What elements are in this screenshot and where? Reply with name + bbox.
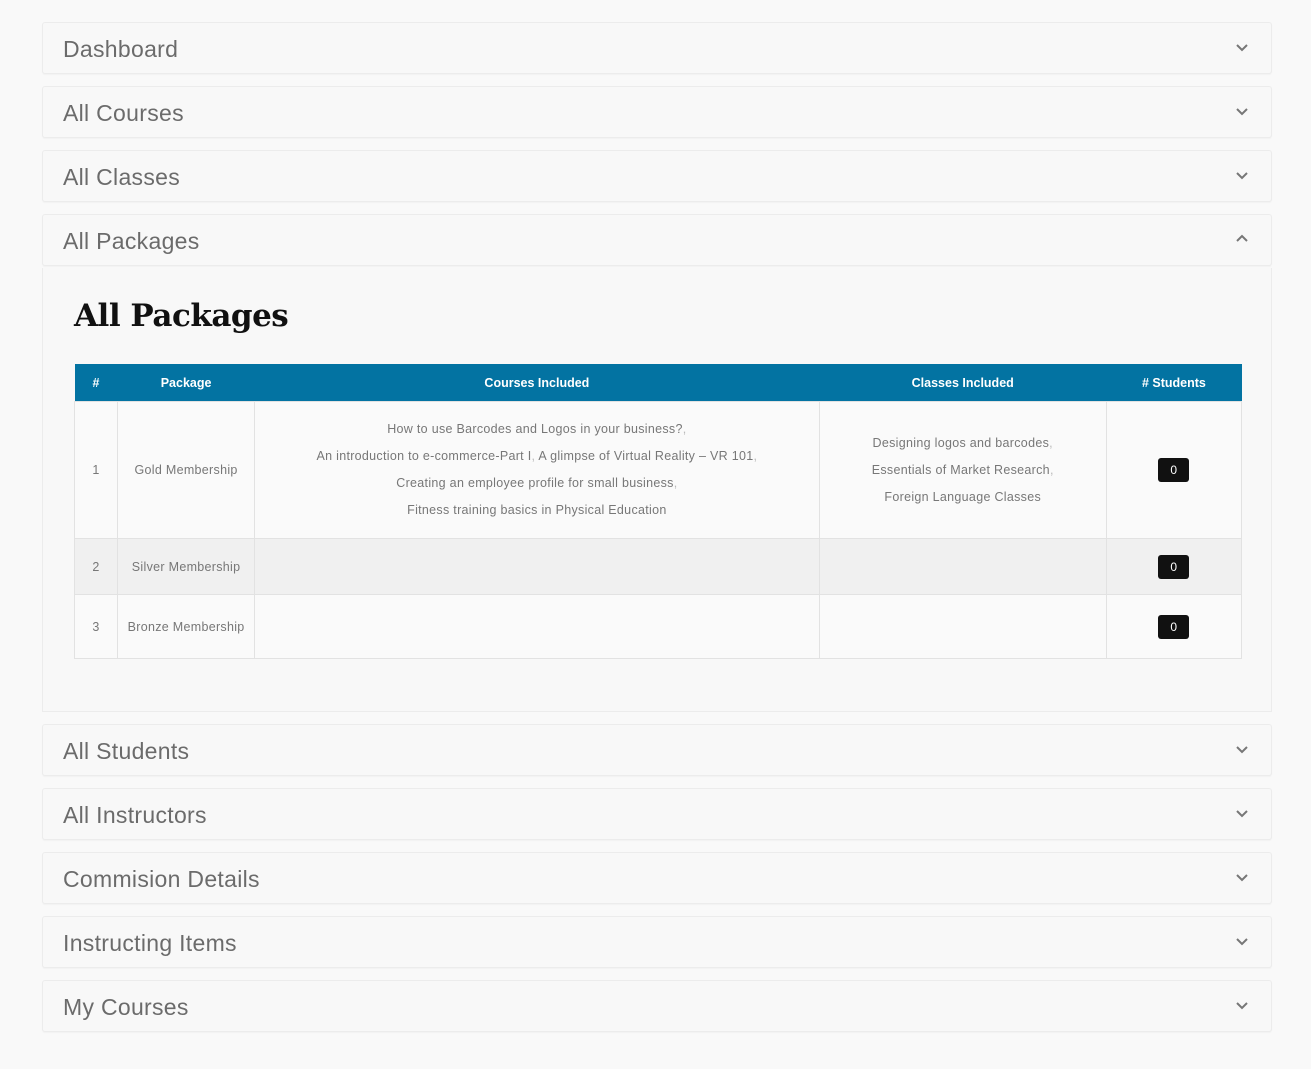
accordion-title: Instructing Items bbox=[63, 930, 237, 956]
table-row: 2 Silver Membership 0 bbox=[73, 538, 1243, 595]
accordion-title: Dashboard bbox=[63, 36, 179, 62]
cell-classes: Designing logos and barcodes, Essentials… bbox=[818, 401, 1107, 539]
chevron-down-icon bbox=[1235, 168, 1249, 182]
course-link[interactable]: Creating an employee profile for small b… bbox=[396, 476, 673, 490]
table-header-row: # Package Courses Included Classes Inclu… bbox=[74, 364, 1242, 402]
course-link[interactable]: A glimpse of Virtual Reality – VR 101 bbox=[538, 449, 753, 463]
column-header-classes: Classes Included bbox=[819, 364, 1107, 402]
panel-title: All Packages bbox=[74, 298, 289, 334]
cell-students: 0 bbox=[1105, 401, 1243, 539]
cell-number: 3 bbox=[73, 594, 119, 659]
cell-package: Bronze Membership bbox=[117, 594, 256, 659]
cell-number: 2 bbox=[73, 538, 119, 595]
students-count-badge: 0 bbox=[1158, 554, 1190, 579]
accordion-title: All Courses bbox=[63, 100, 184, 126]
accordion-header-all-instructors[interactable]: All Instructors bbox=[42, 788, 1272, 840]
chevron-down-icon bbox=[1235, 806, 1249, 820]
accordion-title: Commision Details bbox=[63, 866, 260, 892]
column-header-number: # bbox=[74, 364, 118, 402]
table-row: 3 Bronze Membership 0 bbox=[73, 594, 1243, 659]
accordion-header-instructing-items[interactable]: Instructing Items bbox=[42, 916, 1272, 968]
cell-students: 0 bbox=[1105, 538, 1243, 595]
accordion-header-my-courses[interactable]: My Courses bbox=[42, 980, 1272, 1032]
packages-table: # Package Courses Included Classes Inclu… bbox=[73, 364, 1243, 659]
accordion-header-all-classes[interactable]: All Classes bbox=[42, 150, 1272, 202]
cell-students: 0 bbox=[1105, 594, 1243, 659]
course-link[interactable]: Fitness training basics in Physical Educ… bbox=[407, 503, 666, 517]
cell-courses: How to use Barcodes and Logos in your bu… bbox=[254, 401, 820, 539]
course-link[interactable]: An introduction to e-commerce-Part I bbox=[316, 449, 531, 463]
accordion-header-all-students[interactable]: All Students bbox=[42, 724, 1272, 776]
cell-number: 1 bbox=[73, 401, 119, 539]
accordion-title: All Classes bbox=[63, 164, 181, 190]
column-header-students: # Students bbox=[1106, 364, 1242, 402]
table-row: 1 Gold Membership How to use Barcodes an… bbox=[73, 401, 1243, 539]
cell-classes bbox=[818, 538, 1107, 595]
chevron-down-icon bbox=[1235, 742, 1249, 756]
class-link[interactable]: Essentials of Market Research bbox=[872, 463, 1050, 477]
chevron-up-icon bbox=[1235, 232, 1249, 246]
students-count-badge: 0 bbox=[1158, 614, 1190, 639]
accordion-title: All Students bbox=[63, 738, 190, 764]
accordion-title: All Instructors bbox=[63, 802, 207, 828]
students-count-badge: 0 bbox=[1158, 458, 1190, 482]
accordion-title: All Packages bbox=[63, 228, 200, 254]
chevron-down-icon bbox=[1235, 104, 1249, 118]
chevron-down-icon bbox=[1235, 870, 1249, 884]
accordion-header-dashboard[interactable]: Dashboard bbox=[42, 22, 1272, 74]
column-header-package: Package bbox=[117, 364, 255, 402]
cell-classes bbox=[818, 594, 1107, 659]
accordion: Dashboard All Courses All Classes All Pa… bbox=[42, 22, 1272, 1032]
accordion-panel-all-packages: All Packages # Package Courses Included … bbox=[42, 268, 1272, 712]
cell-package: Silver Membership bbox=[117, 538, 256, 595]
cell-courses bbox=[254, 594, 820, 659]
class-link[interactable]: Foreign Language Classes bbox=[884, 490, 1041, 504]
column-header-courses: Courses Included bbox=[254, 364, 820, 402]
accordion-header-all-packages[interactable]: All Packages bbox=[42, 214, 1272, 266]
chevron-down-icon bbox=[1235, 40, 1249, 54]
accordion-title: My Courses bbox=[63, 994, 189, 1020]
cell-package: Gold Membership bbox=[117, 401, 256, 539]
chevron-down-icon bbox=[1235, 998, 1249, 1012]
accordion-header-all-courses[interactable]: All Courses bbox=[42, 86, 1272, 138]
course-link[interactable]: How to use Barcodes and Logos in your bu… bbox=[387, 422, 683, 436]
cell-courses bbox=[254, 538, 820, 595]
chevron-down-icon bbox=[1235, 934, 1249, 948]
accordion-header-commision-details[interactable]: Commision Details bbox=[42, 852, 1272, 904]
class-link[interactable]: Designing logos and barcodes bbox=[873, 436, 1050, 450]
